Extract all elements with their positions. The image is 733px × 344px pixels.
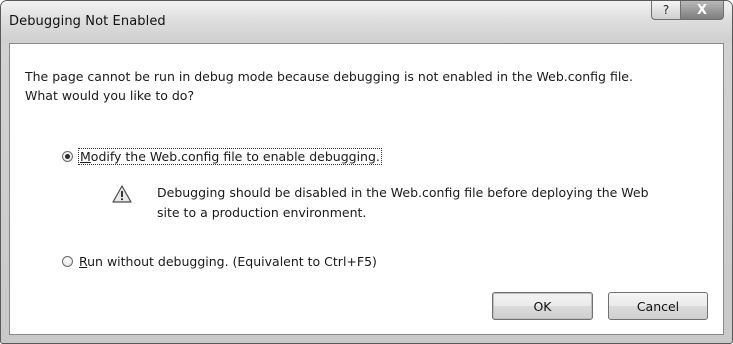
dialog-content: The page cannot be run in debug mode bec… [9, 43, 724, 335]
option-modify-label[interactable]: Modify the Web.config file to enable deb… [78, 148, 382, 165]
ok-button[interactable]: OK [492, 292, 593, 320]
message-line-2: What would you like to do? [25, 88, 195, 103]
radio-run[interactable] [62, 256, 73, 267]
warning-line-2: site to a production environment. [157, 205, 367, 220]
dialog-title: Debugging Not Enabled [9, 14, 166, 29]
help-icon: ? [662, 3, 670, 17]
warning-line-1: Debugging should be disabled in the Web.… [157, 185, 649, 200]
cancel-button[interactable]: Cancel [608, 292, 708, 320]
radio-modify[interactable] [62, 151, 73, 162]
option-run-label[interactable]: Run without debugging. (Equivalent to Ct… [79, 254, 377, 269]
message-line-1: The page cannot be run in debug mode bec… [25, 69, 633, 84]
help-button[interactable]: ? [651, 1, 680, 20]
option-run-without-debugging[interactable]: Run without debugging. (Equivalent to Ct… [62, 254, 377, 269]
title-bar[interactable]: Debugging Not Enabled ? X [1, 1, 732, 43]
close-icon: X [696, 2, 708, 18]
dialog-window: Debugging Not Enabled ? X The page canno… [0, 0, 733, 344]
caption-buttons: ? X [651, 1, 724, 21]
message-text: The page cannot be run in debug mode bec… [25, 67, 715, 105]
close-button[interactable]: X [680, 1, 724, 20]
option-modify-webconfig[interactable]: Modify the Web.config file to enable deb… [62, 148, 382, 165]
warning-text: Debugging should be disabled in the Web.… [157, 183, 697, 223]
warning-icon [112, 185, 132, 203]
